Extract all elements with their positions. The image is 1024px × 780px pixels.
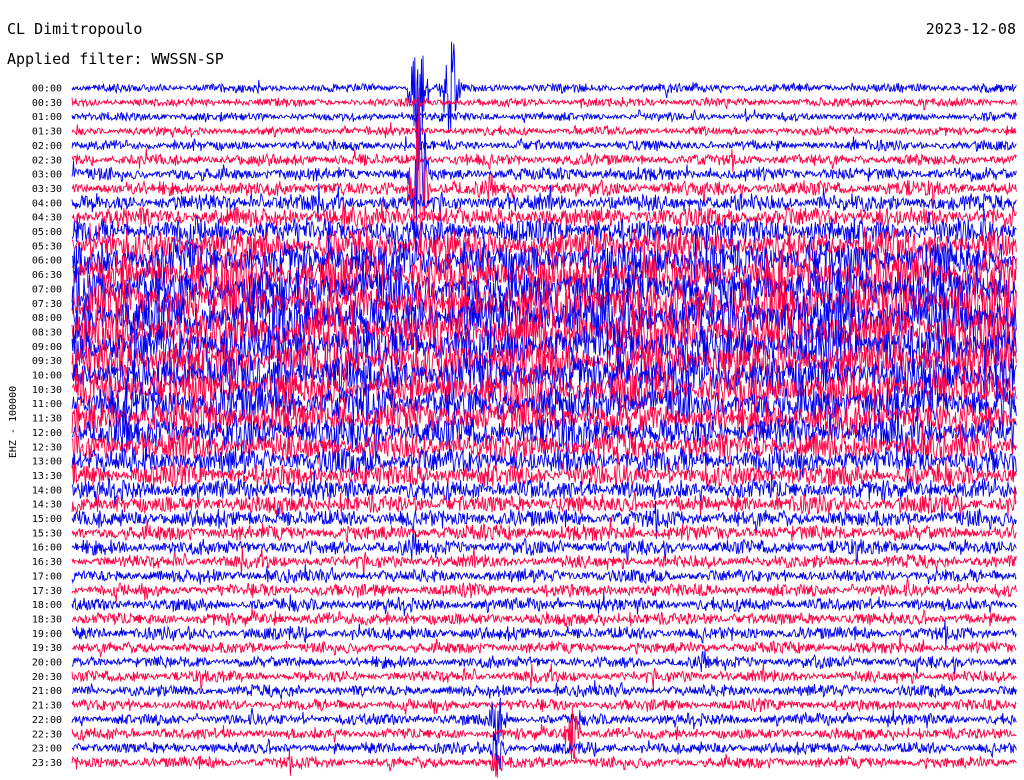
- channel-label: EHZ - 100000: [8, 386, 19, 458]
- trace-line: [71, 122, 1017, 138]
- trace-line: [71, 635, 1017, 657]
- trace-line: [71, 96, 1017, 111]
- time-tick-label: 13:30: [32, 471, 62, 482]
- time-tick-label: 08:00: [32, 313, 62, 324]
- trace-line: [71, 705, 1017, 761]
- time-tick-label: 21:30: [32, 701, 62, 712]
- time-tick-label: 22:30: [32, 729, 62, 740]
- time-tick-label: 15:00: [32, 514, 62, 525]
- time-tick-label: 12:00: [32, 428, 62, 439]
- time-tick-label: 05:30: [32, 241, 62, 252]
- time-tick-label: 19:30: [32, 643, 62, 654]
- time-tick-label: 16:00: [32, 543, 62, 554]
- time-tick-label: 06:30: [32, 270, 62, 281]
- time-tick-label: 19:00: [32, 629, 62, 640]
- trace-line: [71, 649, 1017, 674]
- time-tick-label: 09:00: [32, 342, 62, 353]
- trace-line: [71, 148, 1017, 172]
- time-tick-label: 16:30: [32, 557, 62, 568]
- time-tick-label: 02:00: [32, 141, 62, 152]
- trace-line: [71, 564, 1017, 585]
- time-tick-label: 03:00: [32, 170, 62, 181]
- time-tick-labels: 00:00 00:30 01:00 01:30 02:00 02:30 03:00 03:30…: [32, 84, 62, 769]
- trace-line: [71, 577, 1017, 602]
- time-tick-label: 10:00: [32, 371, 62, 382]
- time-tick-label: 18:00: [32, 600, 62, 611]
- time-tick-label: 11:00: [32, 399, 62, 410]
- time-tick-label: 01:00: [32, 112, 62, 123]
- time-tick-label: 02:30: [32, 155, 62, 166]
- time-tick-label: 20:00: [32, 658, 62, 669]
- time-tick-label: 00:00: [32, 84, 62, 95]
- time-tick-label: 23:00: [32, 744, 62, 755]
- time-tick-label: 14:30: [32, 500, 62, 511]
- time-tick-label: 20:30: [32, 672, 62, 683]
- time-tick-label: 12:30: [32, 442, 62, 453]
- time-tick-label: 15:30: [32, 528, 62, 539]
- time-tick-label: 04:00: [32, 198, 62, 209]
- time-tick-label: 13:00: [32, 457, 62, 468]
- trace-line: [71, 750, 1017, 778]
- time-tick-label: 07:30: [32, 299, 62, 310]
- time-tick-label: 17:00: [32, 571, 62, 582]
- time-tick-label: 04:30: [32, 213, 62, 224]
- time-tick-label: 06:00: [32, 256, 62, 267]
- trace-group: [71, 41, 1017, 778]
- time-tick-label: 09:30: [32, 356, 62, 367]
- time-tick-label: 17:30: [32, 586, 62, 597]
- time-tick-label: 00:30: [32, 98, 62, 109]
- time-tick-label: 21:00: [32, 686, 62, 697]
- time-tick-label: 23:30: [32, 758, 62, 769]
- time-tick-label: 11:30: [32, 414, 62, 425]
- time-tick-label: 22:00: [32, 715, 62, 726]
- time-tick-label: 14:00: [32, 485, 62, 496]
- helicorder-plot: 00:00 00:30 01:00 01:30 02:00 02:30 03:00 03:30…: [8, 41, 1017, 778]
- time-tick-label: 10:30: [32, 385, 62, 396]
- trace-line: [71, 608, 1017, 627]
- time-tick-label: 01:30: [32, 127, 62, 138]
- trace-line: [71, 663, 1017, 690]
- trace-line: [71, 592, 1017, 616]
- time-tick-label: 18:30: [32, 614, 62, 625]
- time-tick-label: 07:00: [32, 284, 62, 295]
- trace-line: [71, 41, 1017, 171]
- trace-line: [71, 696, 1017, 715]
- time-tick-label: 08:30: [32, 327, 62, 338]
- trace-line: [71, 136, 1017, 155]
- time-tick-label: 03:30: [32, 184, 62, 195]
- time-tick-label: 05:00: [32, 227, 62, 238]
- trace-line: [71, 108, 1017, 125]
